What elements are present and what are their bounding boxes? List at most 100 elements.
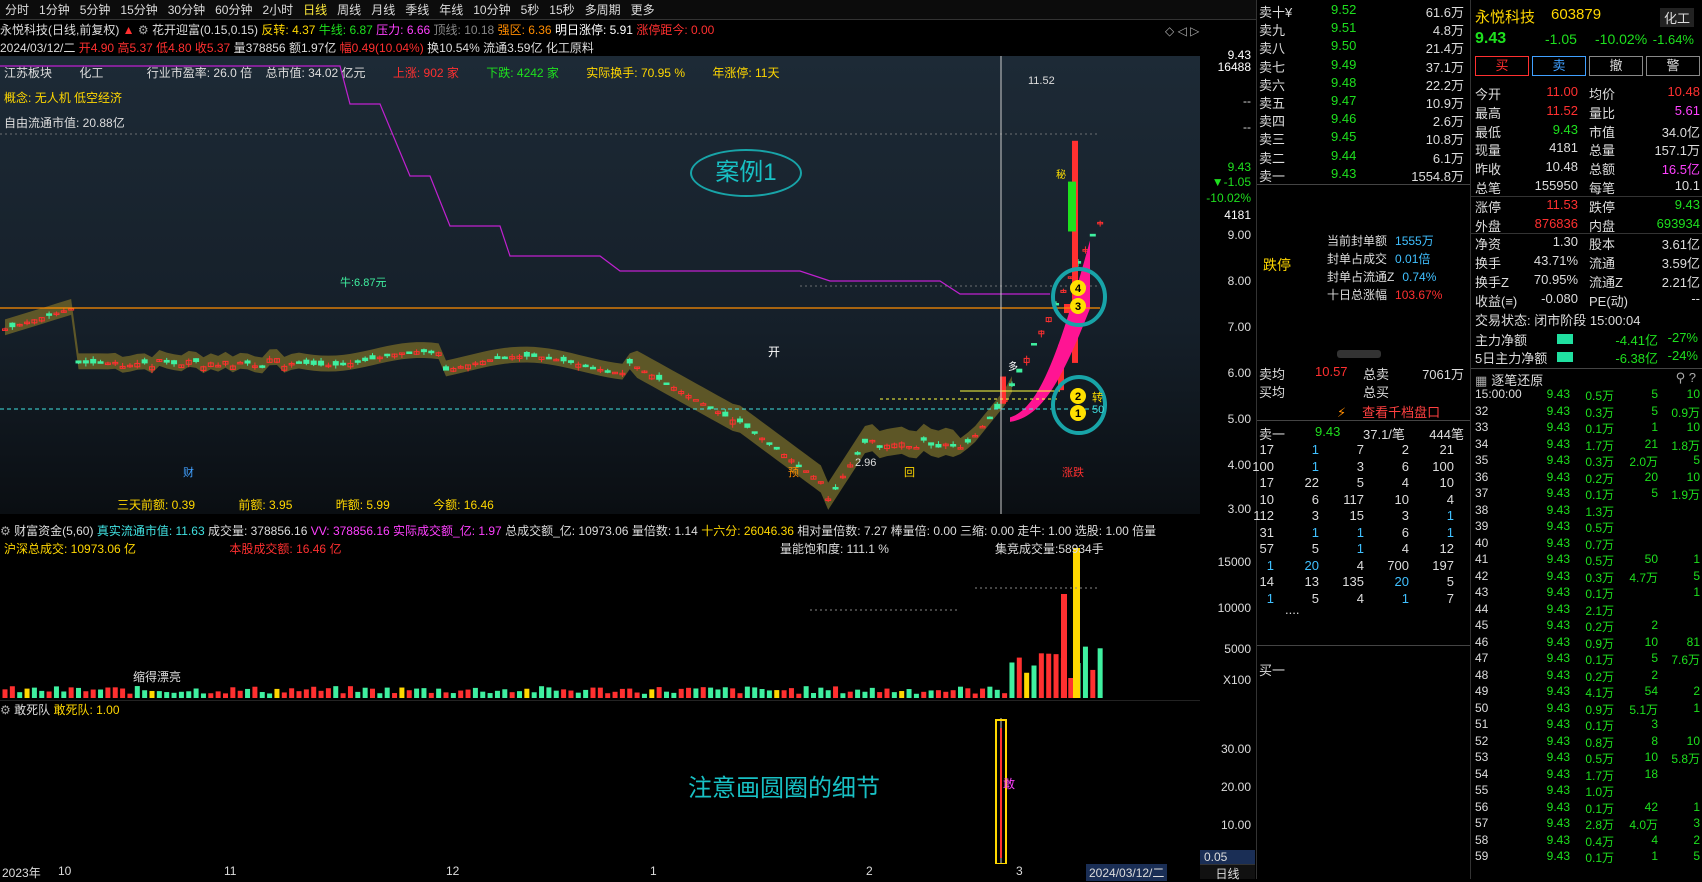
candle-body — [501, 356, 508, 360]
tick-cell: 9.43 — [1546, 634, 1570, 649]
candle-body — [384, 353, 391, 357]
quote-field: 1.30 — [1552, 234, 1578, 250]
tick-cell: 5.8万 — [1671, 752, 1700, 766]
queue-cell: 112 — [1253, 508, 1274, 523]
tick-cell: 1 — [1693, 700, 1700, 715]
main-kline-chart[interactable]: 4 3 2 1 牛:6.87元 11.52 2.96 开多转 50 财 预 回 涨跌 秘 江苏板块 化工 … — [0, 56, 1200, 514]
tick-cell: 9.43 — [1546, 766, 1570, 781]
ind1-settings-icon[interactable]: ⚙ — [0, 524, 11, 538]
kline-canvas[interactable]: 4 3 2 1 牛:6.87元 11.52 2.96 开多转50 财 预 回 涨跌 秘 — [0, 56, 1200, 514]
tick-cell: 9.43 — [1546, 387, 1570, 401]
period-tab-11[interactable]: 年线 — [434, 1, 468, 18]
period-tab-15[interactable]: 多周期 — [580, 1, 626, 18]
trade-button-2[interactable]: 撤 — [1589, 56, 1643, 76]
volume-bar — [296, 691, 302, 698]
gansidui-canvas[interactable]: 敢 — [0, 718, 1200, 864]
volume-bar — [943, 691, 949, 698]
ask-row[interactable]: 卖七 9.49 37.1万 — [1257, 57, 1470, 76]
tick-cell: 5 — [1693, 849, 1700, 863]
ind2-settings-icon[interactable]: ⚙ — [0, 703, 11, 717]
candle-body — [406, 351, 413, 354]
indicator-name[interactable]: 花开迎富(0.15,0.15) — [152, 23, 258, 37]
industry-tag-right[interactable]: 化工 — [1659, 8, 1694, 27]
tick-cell: 9.43 — [1546, 618, 1570, 632]
period-tab-7[interactable]: 日线 — [298, 1, 332, 18]
ind1-vv: VV: 378856.16 — [310, 524, 390, 538]
period-tab-16[interactable]: 更多 — [626, 1, 660, 18]
period-tab-5[interactable]: 60分钟 — [210, 1, 257, 18]
marker-number: 2 — [1075, 391, 1081, 403]
period-tab-1[interactable]: 1分钟 — [34, 1, 75, 18]
period-tab-3[interactable]: 15分钟 — [115, 1, 162, 18]
ind2-scale: 30.00 20.00 10.00 0.05 — [1200, 700, 1255, 864]
ask-row[interactable]: 卖四 9.46 2.6万 — [1257, 111, 1470, 130]
volume-bar — [627, 688, 633, 698]
avg-sell-value: 10.57 — [1315, 364, 1348, 379]
ask-row[interactable]: 卖八 9.50 21.4万 — [1257, 38, 1470, 57]
period-tab-2[interactable]: 5分钟 — [75, 1, 116, 18]
ask-label: 卖四 — [1259, 114, 1286, 130]
quote-field: 外盘 — [1475, 218, 1502, 234]
bar-volume: 量378856 — [233, 41, 286, 55]
chart-window-icons[interactable]: ◇ ◁ ▷ — [1165, 24, 1199, 38]
period-tab-9[interactable]: 月线 — [366, 1, 400, 18]
collapse-handle[interactable] — [1337, 350, 1381, 358]
indicator-settings-icon[interactable]: ⚙ — [138, 23, 149, 37]
trade-button-1[interactable]: 卖 — [1532, 56, 1586, 76]
period-tab-0[interactable]: 分时 — [0, 1, 34, 18]
tick-cell: 1.8万 — [1671, 438, 1700, 453]
queue-cell: 20 — [1304, 557, 1319, 573]
tick-cell: 7.6万 — [1671, 653, 1700, 667]
period-tab-10[interactable]: 季线 — [400, 1, 434, 18]
tick-cell: 5 — [1651, 486, 1658, 500]
volume-bar — [811, 693, 816, 698]
tick-cell: 39 — [1475, 519, 1489, 533]
volume-bar — [178, 691, 184, 698]
trade-button-0[interactable]: 买 — [1475, 56, 1529, 76]
volume-bar — [24, 688, 30, 698]
candle-body — [773, 446, 780, 450]
sell1-count: 444笔 — [1429, 427, 1464, 442]
volume-bar — [428, 692, 434, 698]
niu-price-label: 牛:6.87元 — [340, 275, 386, 289]
depth-link-text[interactable]: 查看千档盘口 — [1362, 405, 1440, 420]
volume-bar — [421, 688, 427, 698]
queue-cell: 7 — [1446, 590, 1454, 606]
trade-button-3[interactable]: 警 — [1646, 56, 1700, 76]
ticks-expand-icon[interactable]: ▦ — [1475, 373, 1487, 388]
ask-row[interactable]: 卖六 9.48 22.2万 — [1257, 75, 1470, 94]
queue-cell: 10 — [1394, 491, 1409, 507]
ask-row[interactable]: 卖九 9.51 4.8万 — [1257, 20, 1470, 39]
gansidui-indicator[interactable]: 敢 注意画圆圈的细节 — [0, 718, 1200, 864]
tick-cell: 9.43 — [1546, 832, 1570, 847]
period-tab-bottom[interactable]: 日线 — [1200, 864, 1255, 881]
sell1-per: 37.1/笔 — [1363, 427, 1405, 442]
period-tab-6[interactable]: 2小时 — [257, 1, 298, 18]
period-tab-13[interactable]: 5秒 — [516, 1, 545, 18]
ask-row[interactable]: 卖十¥ 9.52 61.6万 — [1257, 2, 1470, 21]
ask-row[interactable]: 卖一 9.43 1554.8万 — [1257, 166, 1470, 185]
depth-link[interactable]: ⚡ 查看千档盘口 — [1337, 402, 1440, 421]
volume-indicator[interactable]: 沪深总成交: 10973.06 亿 本股成交额: 16.46 亿 量能饱和度: … — [0, 538, 1200, 700]
ask-row[interactable]: 卖五 9.47 10.9万 — [1257, 93, 1470, 112]
candle-body — [362, 357, 369, 362]
volume-bar — [436, 688, 442, 698]
period-tab-8[interactable]: 周线 — [332, 1, 366, 18]
ask-row[interactable]: 卖三 9.45 10.8万 — [1257, 129, 1470, 148]
period-tab-4[interactable]: 30分钟 — [163, 1, 210, 18]
candle-body — [744, 423, 751, 428]
tick-cell: 9.43 — [1546, 420, 1570, 434]
ind2-title[interactable]: 敢死队 — [14, 703, 50, 717]
queue-cell: 15 — [1349, 508, 1364, 523]
ticks-filter-icon[interactable]: ⚲ ? — [1676, 370, 1696, 386]
period-tab-14[interactable]: 15秒 — [544, 1, 579, 18]
tick-cell: 9.43 — [1546, 750, 1570, 764]
period-tab-12[interactable]: 10分钟 — [468, 1, 515, 18]
zhuan-label: 转 — [1092, 390, 1103, 404]
volume-bar — [120, 688, 126, 698]
ask-row[interactable]: 卖二 9.44 6.1万 — [1257, 148, 1470, 167]
volume-bar — [406, 690, 412, 698]
volume-bar — [715, 689, 721, 698]
ticks-title[interactable]: 逐笔还原 — [1491, 373, 1543, 388]
ind1-title[interactable]: 财富资金(5,60) — [14, 524, 93, 538]
